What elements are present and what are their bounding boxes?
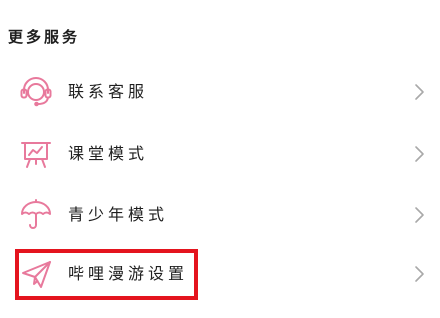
menu-item-contact-support[interactable]: 联系客服 xyxy=(0,62,440,122)
menu-item-label: 青少年模式 xyxy=(68,205,169,224)
chevron-right-icon xyxy=(412,205,426,225)
chevron-right-icon xyxy=(412,144,426,164)
section-title: 更多服务 xyxy=(8,28,81,46)
menu-item-classroom-mode[interactable]: 课堂模式 xyxy=(0,124,440,184)
menu-item-label: 联系客服 xyxy=(68,82,149,101)
highlight-annotation-box xyxy=(15,249,198,300)
menu-item-label: 课堂模式 xyxy=(68,144,149,163)
chevron-right-icon xyxy=(412,264,426,284)
chevron-right-icon xyxy=(412,82,426,102)
menu-item-teen-mode[interactable]: 青少年模式 xyxy=(0,185,440,245)
presentation-board-icon xyxy=(18,136,54,172)
umbrella-icon xyxy=(18,197,54,233)
headset-icon xyxy=(18,74,54,110)
